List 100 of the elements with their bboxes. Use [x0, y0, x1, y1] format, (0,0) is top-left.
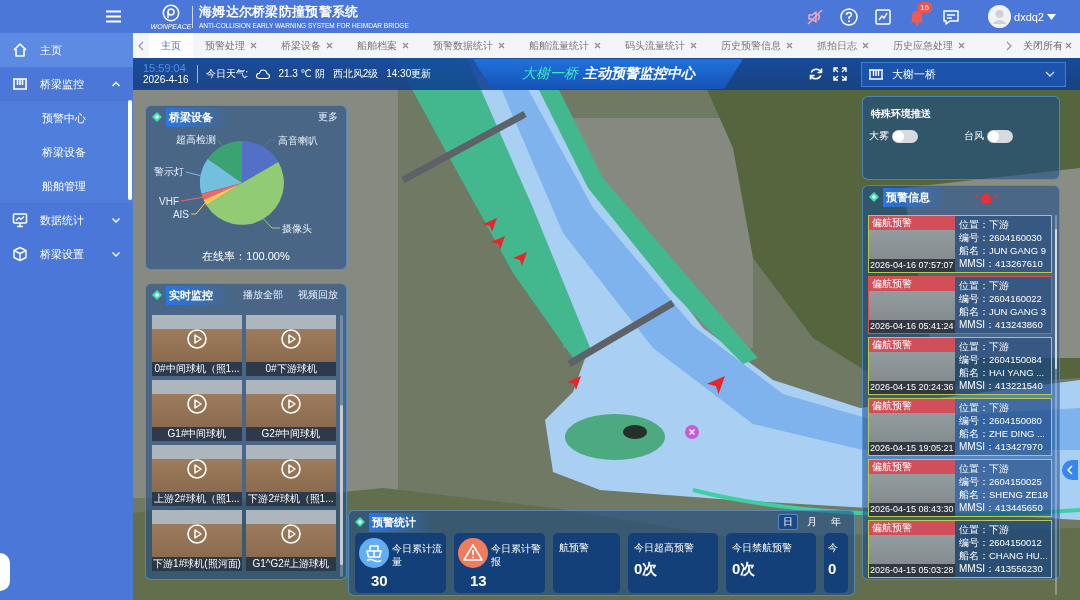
- submenu-item[interactable]: 预警中心: [0, 101, 133, 135]
- warning-card[interactable]: 偏航预警 2026-04-15 20:24:36 位置：下游 编号：2604150084 船名：HAI YANG ... MMSI：413221540: [868, 337, 1052, 395]
- pie-label: 摄像头: [282, 223, 312, 234]
- warning-tag: 偏航预警: [869, 338, 955, 352]
- tab[interactable]: 船舶档案: [345, 33, 421, 58]
- play-all-link[interactable]: 播放全部: [243, 288, 283, 302]
- username[interactable]: dxdq2: [1014, 10, 1044, 23]
- field-value: 413445650: [995, 501, 1043, 514]
- field-label: 位置：: [959, 218, 989, 231]
- play-icon[interactable]: [187, 458, 207, 479]
- video-thumbnail[interactable]: [152, 315, 242, 362]
- bridge-select[interactable]: 大榭一桥: [861, 61, 1066, 87]
- floating-button[interactable]: [0, 553, 10, 591]
- tab[interactable]: 码头流量统计: [613, 33, 709, 58]
- online-rate: 在线率：100.00%: [202, 249, 290, 264]
- monitor-icon: [12, 212, 28, 228]
- report-icon[interactable]: [874, 7, 892, 26]
- period-tab[interactable]: 年: [826, 514, 846, 530]
- refresh-icon[interactable]: [809, 67, 823, 81]
- warning-card[interactable]: 偏航预警 2026-04-15 05:03:28 位置：下游 编号：2604150012 船名：CHANG HU... MMSI：413556230: [868, 520, 1052, 578]
- video-thumbnail[interactable]: [152, 510, 242, 557]
- close-icon[interactable]: [498, 42, 505, 49]
- ship-marker-icon[interactable]: [513, 252, 527, 266]
- play-icon[interactable]: [187, 328, 207, 349]
- video-thumbnail[interactable]: [152, 380, 242, 427]
- location-marker-icon[interactable]: [685, 425, 699, 439]
- warning-card[interactable]: 偏航预警 2026-04-15 08:43:30 位置：下游 编号：2604150025 船名：SHENG ZE18 MMSI：413445650: [868, 459, 1052, 517]
- scrollbar-thumb[interactable]: [1055, 229, 1057, 369]
- avatar-icon[interactable]: [988, 5, 1011, 28]
- tab[interactable]: 船舶流量统计: [517, 33, 613, 58]
- play-icon[interactable]: [281, 458, 301, 479]
- speaker-muted-icon[interactable]: [806, 7, 824, 26]
- period-tab[interactable]: 月: [802, 514, 822, 530]
- video-thumbnail[interactable]: [246, 510, 336, 557]
- submenu-item[interactable]: 桥梁设备: [0, 135, 133, 169]
- tab[interactable]: 抓拍日志: [805, 33, 881, 58]
- snapshot-time: 2026-04-15 19:05:21: [869, 442, 955, 455]
- warning-card[interactable]: 偏航预警 2026-04-16 07:57:07 位置：下游 编号：2604160030 船名：JUN GANG 9 MMSI：413267610: [868, 215, 1052, 273]
- field-value: 413267610: [995, 257, 1043, 270]
- close-icon[interactable]: [250, 42, 257, 49]
- play-icon[interactable]: [187, 393, 207, 414]
- close-all-button[interactable]: 关闭所有: [1017, 33, 1080, 58]
- stat-label: 航预警: [559, 541, 589, 554]
- close-icon[interactable]: [594, 42, 601, 49]
- switch-label: 大雾: [869, 129, 889, 143]
- video-thumbnail[interactable]: [246, 445, 336, 492]
- tab[interactable]: 预警处理: [193, 33, 269, 58]
- help-icon[interactable]: [840, 7, 858, 26]
- field-value: 2604160030: [989, 231, 1042, 244]
- menu-item[interactable]: 数据统计: [0, 203, 133, 237]
- chevron-left-icon: [1067, 465, 1073, 475]
- fullscreen-icon[interactable]: [833, 67, 847, 81]
- menu-item[interactable]: 主页: [0, 33, 133, 67]
- camera-label: 下游1#球机(照河面): [152, 557, 242, 571]
- tab[interactable]: 预警数据统计: [421, 33, 517, 58]
- ship-marker-icon[interactable]: [491, 236, 505, 250]
- play-icon[interactable]: [281, 328, 301, 349]
- chevron-down-icon: [1045, 71, 1055, 77]
- video-thumbnail[interactable]: [246, 315, 336, 362]
- menu-icon[interactable]: [106, 10, 121, 23]
- close-icon[interactable]: [862, 42, 869, 49]
- close-icon[interactable]: [786, 42, 793, 49]
- warning-tag: 偏航预警: [869, 277, 955, 291]
- play-icon[interactable]: [281, 393, 301, 414]
- camera-label: G1#中间球机: [152, 427, 242, 441]
- message-icon[interactable]: [942, 7, 960, 26]
- video-thumbnail[interactable]: [152, 445, 242, 492]
- ship-marker-icon[interactable]: [483, 218, 497, 232]
- caret-down-icon[interactable]: [1047, 13, 1056, 20]
- ship-marker-icon[interactable]: [707, 376, 725, 394]
- warning-card[interactable]: 偏航预警 2026-04-16 05:41:24 位置：下游 编号：2604160022 船名：JUN GANG 3 MMSI：413243860: [868, 276, 1052, 334]
- chevron-left-icon[interactable]: [137, 40, 145, 51]
- period-tab[interactable]: 日: [778, 514, 798, 530]
- diamond-icon: [869, 192, 879, 202]
- scrollbar-thumb[interactable]: [128, 100, 132, 200]
- warning-tag: 偏航预警: [869, 521, 955, 535]
- tab[interactable]: 历史预警信息: [709, 33, 805, 58]
- warning-card[interactable]: 偏航预警 2026-04-15 19:05:21 位置：下游 编号：2604150080 船名：ZHE DING ... MMSI：413427970: [868, 398, 1052, 456]
- menu-item[interactable]: 桥梁设置: [0, 237, 133, 271]
- date-text: 2026-4-16: [143, 74, 189, 86]
- menu-item[interactable]: 桥梁监控: [0, 67, 133, 101]
- tab[interactable]: 桥梁设备: [269, 33, 345, 58]
- tab[interactable]: 主页: [149, 33, 193, 58]
- more-link[interactable]: 更多: [318, 110, 338, 124]
- close-icon[interactable]: [958, 42, 965, 49]
- field-value: 下游: [989, 523, 1009, 536]
- ship-marker-icon[interactable]: [567, 376, 581, 390]
- scrollbar-thumb[interactable]: [340, 405, 343, 565]
- stat-label: 今: [828, 541, 838, 554]
- field-label: 船名：: [959, 488, 989, 501]
- play-icon[interactable]: [187, 523, 207, 544]
- video-thumbnail[interactable]: [246, 380, 336, 427]
- playback-link[interactable]: 视频回放: [298, 288, 338, 302]
- tab[interactable]: 历史应急处理: [881, 33, 977, 58]
- close-icon[interactable]: [402, 42, 409, 49]
- chevron-right-icon[interactable]: [1005, 40, 1013, 51]
- play-icon[interactable]: [281, 523, 301, 544]
- submenu-item[interactable]: 船舶管理: [0, 169, 133, 203]
- close-icon[interactable]: [690, 42, 697, 49]
- close-icon[interactable]: [326, 42, 333, 49]
